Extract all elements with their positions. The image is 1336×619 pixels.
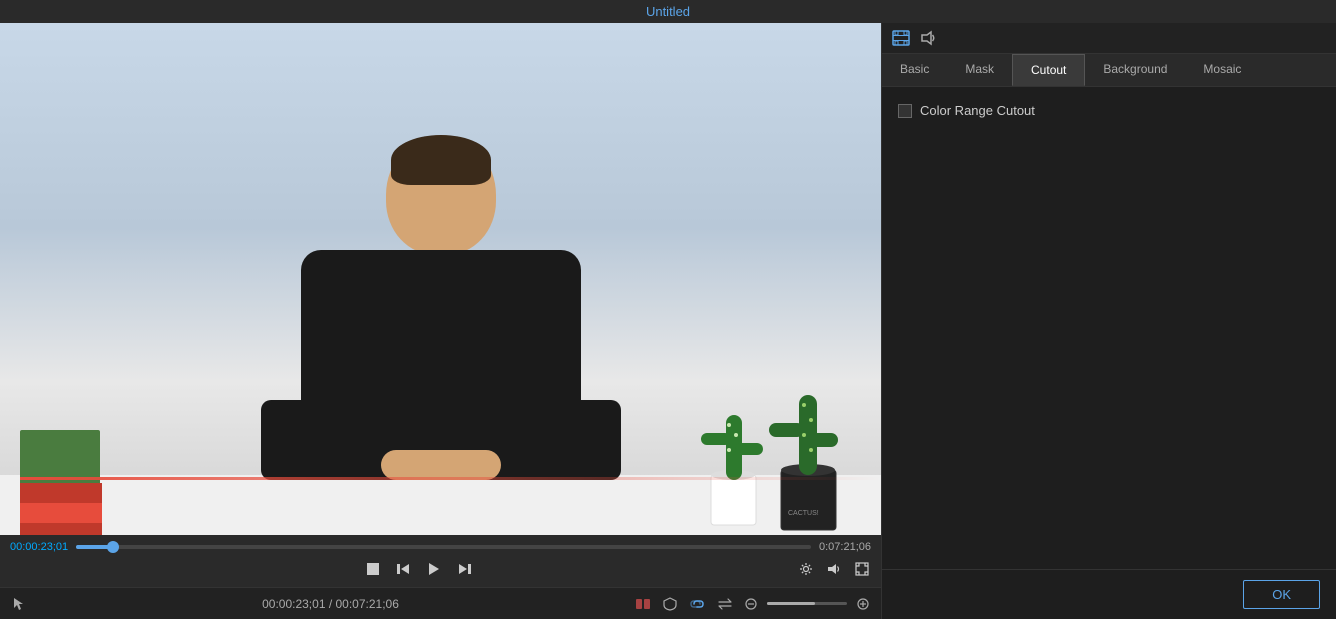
plus-zoom-button[interactable] [855,596,871,612]
playback-row [10,555,871,583]
book-red1 [20,483,102,505]
color-range-checkbox[interactable] [898,104,912,118]
tab-mosaic[interactable]: Mosaic [1185,54,1259,86]
title-bar: Untitled [0,0,1336,23]
color-range-label: Color Range Cutout [920,103,1035,118]
main-content: CACTUS! 00:00:23;01 0:07:21;06 [0,23,1336,619]
video-preview: CACTUS! [0,23,881,535]
swap-button[interactable] [715,595,735,613]
link-button[interactable] [687,595,707,613]
window-title: Untitled [646,4,690,19]
person-arms [261,400,621,480]
books-decoration [20,415,110,535]
ok-button[interactable]: OK [1243,580,1320,609]
tab-mask[interactable]: Mask [947,54,1012,86]
cactus-decoration: CACTUS! [691,355,851,535]
status-time: 00:00:23;01 / 00:07:21;06 [28,597,633,611]
person-head [386,135,496,255]
play-button[interactable] [424,559,444,579]
time-current: 00:00:23;01 [10,541,68,553]
tab-cutout[interactable]: Cutout [1012,54,1085,86]
tab-basic[interactable]: Basic [882,54,947,86]
timeline-row: 00:00:23;01 0:07:21;06 [10,539,871,555]
progress-track[interactable] [76,545,811,549]
zoom-fill [767,602,815,605]
controls-bar: 00:00:23;01 0:07:21;06 [0,535,881,587]
person-figure [301,135,581,480]
zoom-slider[interactable] [767,602,847,605]
stop-button[interactable] [364,560,382,578]
book-red3 [20,523,102,535]
playback-center [364,559,474,579]
cactus-svg: CACTUS! [691,355,851,535]
red-accent-line [20,477,881,480]
volume-button[interactable] [825,560,843,578]
time-total: 0:07:21;06 [819,541,871,553]
panel-content: Color Range Cutout [882,87,1336,569]
right-panel: Basic Mask Cutout Background Mosaic Colo… [881,23,1336,619]
next-frame-button[interactable] [456,560,474,578]
book-red2 [20,503,102,525]
settings-button[interactable] [797,560,815,578]
playback-right [797,560,871,578]
film-icon[interactable] [892,29,910,47]
status-bar: 00:00:23;01 / 00:07:21;06 [0,587,881,619]
shield-button[interactable] [661,595,679,613]
video-container: CACTUS! [0,23,881,535]
status-tools [633,595,871,613]
tabs-row: Basic Mask Cutout Background Mosaic [882,54,1336,87]
prev-frame-button[interactable] [394,560,412,578]
person-hair [391,135,491,185]
panel-footer: OK [882,569,1336,619]
clip-tool-button[interactable] [633,595,653,613]
audio-icon[interactable] [920,29,936,47]
person-body [301,250,581,480]
tool-cursor-button[interactable] [10,595,28,613]
panel-top-bar [882,23,1336,54]
color-range-cutout-row: Color Range Cutout [898,103,1320,118]
tab-background[interactable]: Background [1085,54,1185,86]
person-hands [381,450,501,480]
fullscreen-button[interactable] [853,560,871,578]
video-panel: CACTUS! 00:00:23;01 0:07:21;06 [0,23,881,619]
minus-zoom-button[interactable] [743,596,759,612]
progress-thumb[interactable] [107,541,119,553]
svg-text:CACTUS!: CACTUS! [788,510,819,517]
